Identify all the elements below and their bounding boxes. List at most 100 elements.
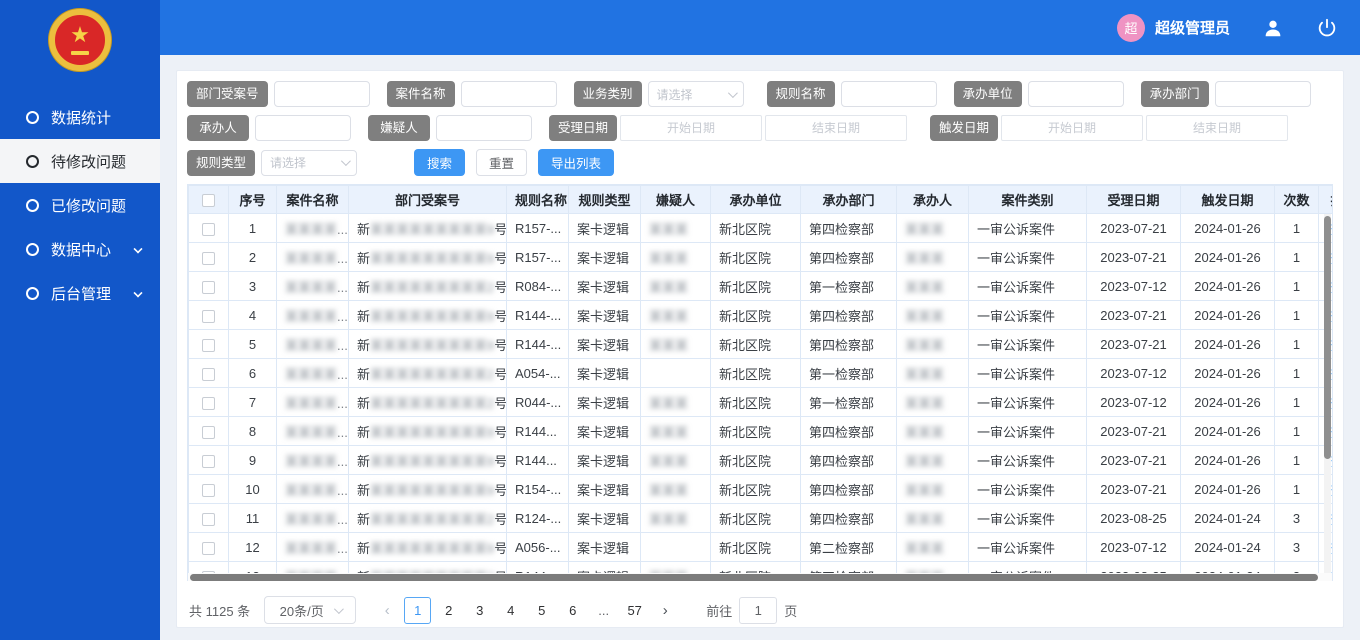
avatar[interactable]: 超: [1117, 14, 1145, 42]
cell-case-name: 某某某某...: [277, 533, 349, 562]
dept-case-no-input[interactable]: [274, 81, 370, 107]
cell-handler: 某某某: [897, 272, 969, 301]
business-type-select[interactable]: 请选择: [648, 81, 744, 107]
redacted-case-name: 某某某某: [285, 280, 337, 295]
row-checkbox[interactable]: [202, 339, 215, 352]
case-no-suffix: 号: [494, 512, 506, 527]
cell-dept-case-no: 新某某某某某某某某某9号: [349, 243, 507, 272]
row-checkbox[interactable]: [202, 484, 215, 497]
cell-suspect: 某某某: [641, 214, 711, 243]
ellipsis: ...: [337, 251, 348, 266]
case-no-suffix: 号: [494, 483, 506, 498]
cell-rule-type: 案卡逻辑: [569, 504, 641, 533]
cell-dept: 第四检察部: [801, 301, 897, 330]
cell-rule-name: R124-...: [507, 504, 569, 533]
redacted-case-name: 某某某某: [285, 338, 337, 353]
sidebar-item[interactable]: 数据中心: [0, 227, 160, 271]
goto-page-input[interactable]: [739, 597, 777, 624]
reset-button[interactable]: 重置: [476, 149, 527, 176]
cell-category: 一审公诉案件: [969, 475, 1087, 504]
handling-unit-input[interactable]: [1028, 81, 1124, 107]
suspect-input[interactable]: [436, 115, 532, 141]
cell-accept-date: 2023-07-21: [1087, 243, 1181, 272]
select-all-checkbox[interactable]: [202, 194, 215, 207]
cell-unit: 新北区院: [711, 359, 801, 388]
page-number[interactable]: 5: [528, 597, 555, 624]
column-header-6: 嫌疑人: [641, 186, 711, 214]
table-row: 1 某某某某... 新某某某某某某某某某9号 R157-... 案卡逻辑 某某某…: [189, 214, 1334, 243]
export-list-button[interactable]: 导出列表: [538, 149, 614, 176]
accept-date-start-input[interactable]: [620, 115, 762, 141]
table-row: 8 某某某某... 新某某某某某某某某某9号 R144... 案卡逻辑 某某某 …: [189, 417, 1334, 446]
handler-input[interactable]: [255, 115, 351, 141]
horizontal-scrollbar-thumb[interactable]: [190, 574, 1318, 581]
row-checkbox[interactable]: [202, 397, 215, 410]
vertical-scrollbar[interactable]: [1324, 214, 1331, 574]
row-checkbox[interactable]: [202, 513, 215, 526]
page-number[interactable]: 1: [404, 597, 431, 624]
prev-page-button[interactable]: ‹: [374, 602, 400, 619]
row-checkbox[interactable]: [202, 281, 215, 294]
page-number[interactable]: 4: [497, 597, 524, 624]
ellipsis: ...: [337, 367, 348, 382]
accept-date-end-input[interactable]: [765, 115, 907, 141]
page-number[interactable]: 57: [621, 597, 648, 624]
redacted-handler: 某某某: [905, 222, 944, 237]
power-logout-icon[interactable]: [1316, 17, 1338, 39]
rule-type-select[interactable]: 请选择: [261, 150, 357, 176]
user-icon[interactable]: [1262, 17, 1284, 39]
case-no-suffix: 号: [494, 396, 506, 411]
sidebar-item[interactable]: 已修改问题: [0, 183, 160, 227]
next-page-button[interactable]: ›: [652, 602, 678, 619]
row-checkbox[interactable]: [202, 223, 215, 236]
search-button[interactable]: 搜索: [414, 149, 465, 176]
cell-trigger-date: 2024-01-26: [1181, 272, 1275, 301]
cell-category: 一审公诉案件: [969, 272, 1087, 301]
table-row: 10 某某某某... 新某某某某某某某某某9号 R154-... 案卡逻辑 某某…: [189, 475, 1334, 504]
page-number[interactable]: 2: [435, 597, 462, 624]
cell-rule-name: A054-...: [507, 359, 569, 388]
sidebar: ★ 数据统计 待修改问题 已修改问题 数据中心 后台管理: [0, 0, 160, 640]
filter-row-3: 规则类型 请选择 搜索 重置 导出列表: [187, 149, 1333, 176]
cell-accept-date: 2023-07-21: [1087, 475, 1181, 504]
cell-dept: 第四检察部: [801, 243, 897, 272]
rule-name-input[interactable]: [841, 81, 937, 107]
trigger-date-start-input[interactable]: [1001, 115, 1143, 141]
cell-suspect: [641, 533, 711, 562]
cell-trigger-date: 2024-01-26: [1181, 243, 1275, 272]
sidebar-item[interactable]: 待修改问题: [0, 139, 160, 183]
chevron-down-icon: [728, 88, 738, 98]
cell-rule-name: R157-...: [507, 214, 569, 243]
cell-category: 一审公诉案件: [969, 301, 1087, 330]
table-row: 7 某某某某... 新某某某某某某某某某2号 R044-... 案卡逻辑 某某某…: [189, 388, 1334, 417]
cell-suspect: 某某某: [641, 417, 711, 446]
redacted-case-name: 某某某某: [285, 483, 337, 498]
page-size-select[interactable]: 20条/页: [264, 596, 356, 624]
row-checkbox[interactable]: [202, 455, 215, 468]
column-header-1: 序号: [229, 186, 277, 214]
cell-accept-date: 2023-07-21: [1087, 330, 1181, 359]
row-checkbox[interactable]: [202, 310, 215, 323]
select-all-header: [189, 186, 229, 214]
cell-trigger-date: 2024-01-26: [1181, 475, 1275, 504]
row-checkbox[interactable]: [202, 542, 215, 555]
page-number[interactable]: 3: [466, 597, 493, 624]
case-name-input[interactable]: [461, 81, 557, 107]
redacted-case-no: 某某某某某某某某某9: [370, 338, 494, 353]
vertical-scrollbar-thumb[interactable]: [1324, 216, 1331, 459]
cell-handler: 某某某: [897, 417, 969, 446]
ellipsis: ...: [337, 512, 348, 527]
redacted-suspect: 某某某: [649, 222, 688, 237]
row-checkbox[interactable]: [202, 368, 215, 381]
redacted-handler: 某某某: [905, 280, 944, 295]
horizontal-scrollbar[interactable]: [188, 573, 1332, 581]
row-checkbox[interactable]: [202, 426, 215, 439]
trigger-date-end-input[interactable]: [1146, 115, 1288, 141]
redacted-suspect: 某某某: [649, 338, 688, 353]
sidebar-item[interactable]: 数据统计: [0, 95, 160, 139]
sidebar-item[interactable]: 后台管理: [0, 271, 160, 315]
handling-dept-input[interactable]: [1215, 81, 1311, 107]
cell-suspect: 某某某: [641, 446, 711, 475]
page-number[interactable]: 6: [559, 597, 586, 624]
row-checkbox[interactable]: [202, 252, 215, 265]
